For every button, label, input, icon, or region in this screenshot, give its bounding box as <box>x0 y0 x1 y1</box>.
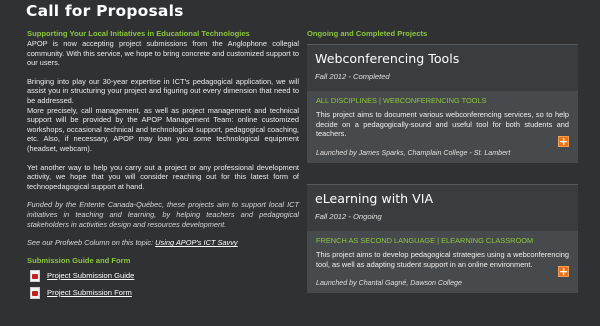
project-card-header: Webconferencing Tools Fall 2012 - Comple… <box>307 45 578 91</box>
pdf-icon <box>30 269 40 282</box>
project-card: eLearning with VIA Fall 2012 - Ongoing F… <box>307 184 578 294</box>
plus-icon[interactable]: + <box>558 135 569 147</box>
outreach-paragraph: Yet another way to help you carry out a … <box>27 162 299 191</box>
project-footer: Launched by James Sparks, Champlain Coll… <box>316 135 569 163</box>
guide-row[interactable]: Project Submission Guide <box>27 269 299 283</box>
project-term: Fall 2012 - Completed <box>315 72 390 81</box>
profweb-line: See our Profweb Column on this topic: Us… <box>27 238 299 248</box>
project-card-header: eLearning with VIA Fall 2012 - Ongoing <box>307 185 578 231</box>
form-row[interactable]: Project Submission Form <box>27 286 299 300</box>
expertise-paragraph: Bringing into play our 30-year expertise… <box>27 76 299 105</box>
project-categories[interactable]: ALL DISCIPLINES | WEBCONFERENCING TOOLS <box>316 96 569 106</box>
project-description: This project aims to develop pedagogical… <box>316 250 569 269</box>
project-title[interactable]: eLearning with VIA <box>315 191 570 207</box>
pdf-icon <box>30 286 40 299</box>
plus-icon[interactable]: + <box>558 266 569 278</box>
page-title: Call for Proposals <box>26 2 184 20</box>
project-footer: Launched by Chantal Gagné, Dawson Colleg… <box>316 266 569 293</box>
submission-form-link[interactable]: Project Submission Form <box>47 288 132 298</box>
intro-heading: Supporting Your Local Initiatives in Edu… <box>27 29 250 38</box>
project-description: This project aims to document various we… <box>316 110 569 139</box>
support-paragraph: More precisely, call management, as well… <box>27 105 299 153</box>
intro-paragraph: APOP is now accepting project submission… <box>27 39 299 68</box>
project-card: Webconferencing Tools Fall 2012 - Comple… <box>307 44 578 163</box>
project-launched-by: Launched by Chantal Gagné, Dawson Colleg… <box>316 279 462 288</box>
project-launched-by: Launched by James Sparks, Champlain Coll… <box>316 148 511 157</box>
submission-heading: Submission Guide and Form <box>27 255 131 265</box>
project-categories[interactable]: FRENCH AS SECOND LANGUAGE | ELEARNING CL… <box>316 236 569 246</box>
right-column: Ongoing and Completed Projects Webconfer… <box>307 29 578 294</box>
project-card-body: FRENCH AS SECOND LANGUAGE | ELEARNING CL… <box>307 231 578 293</box>
project-card-body: ALL DISCIPLINES | WEBCONFERENCING TOOLS … <box>307 91 578 163</box>
project-title[interactable]: Webconferencing Tools <box>315 51 570 67</box>
project-term: Fall 2012 - Ongoing <box>315 212 382 221</box>
left-column: Supporting Your Local Initiatives in Edu… <box>27 29 299 300</box>
projects-heading: Ongoing and Completed Projects <box>307 29 428 38</box>
submission-guide-link[interactable]: Project Submission Guide <box>47 271 134 281</box>
funding-note: Funded by the Entente Canada-Québec, the… <box>27 200 299 229</box>
profweb-prefix: See our Profweb Column on this topic: <box>27 238 156 248</box>
profweb-link[interactable]: Using APOP's ICT Savvy <box>155 238 237 247</box>
